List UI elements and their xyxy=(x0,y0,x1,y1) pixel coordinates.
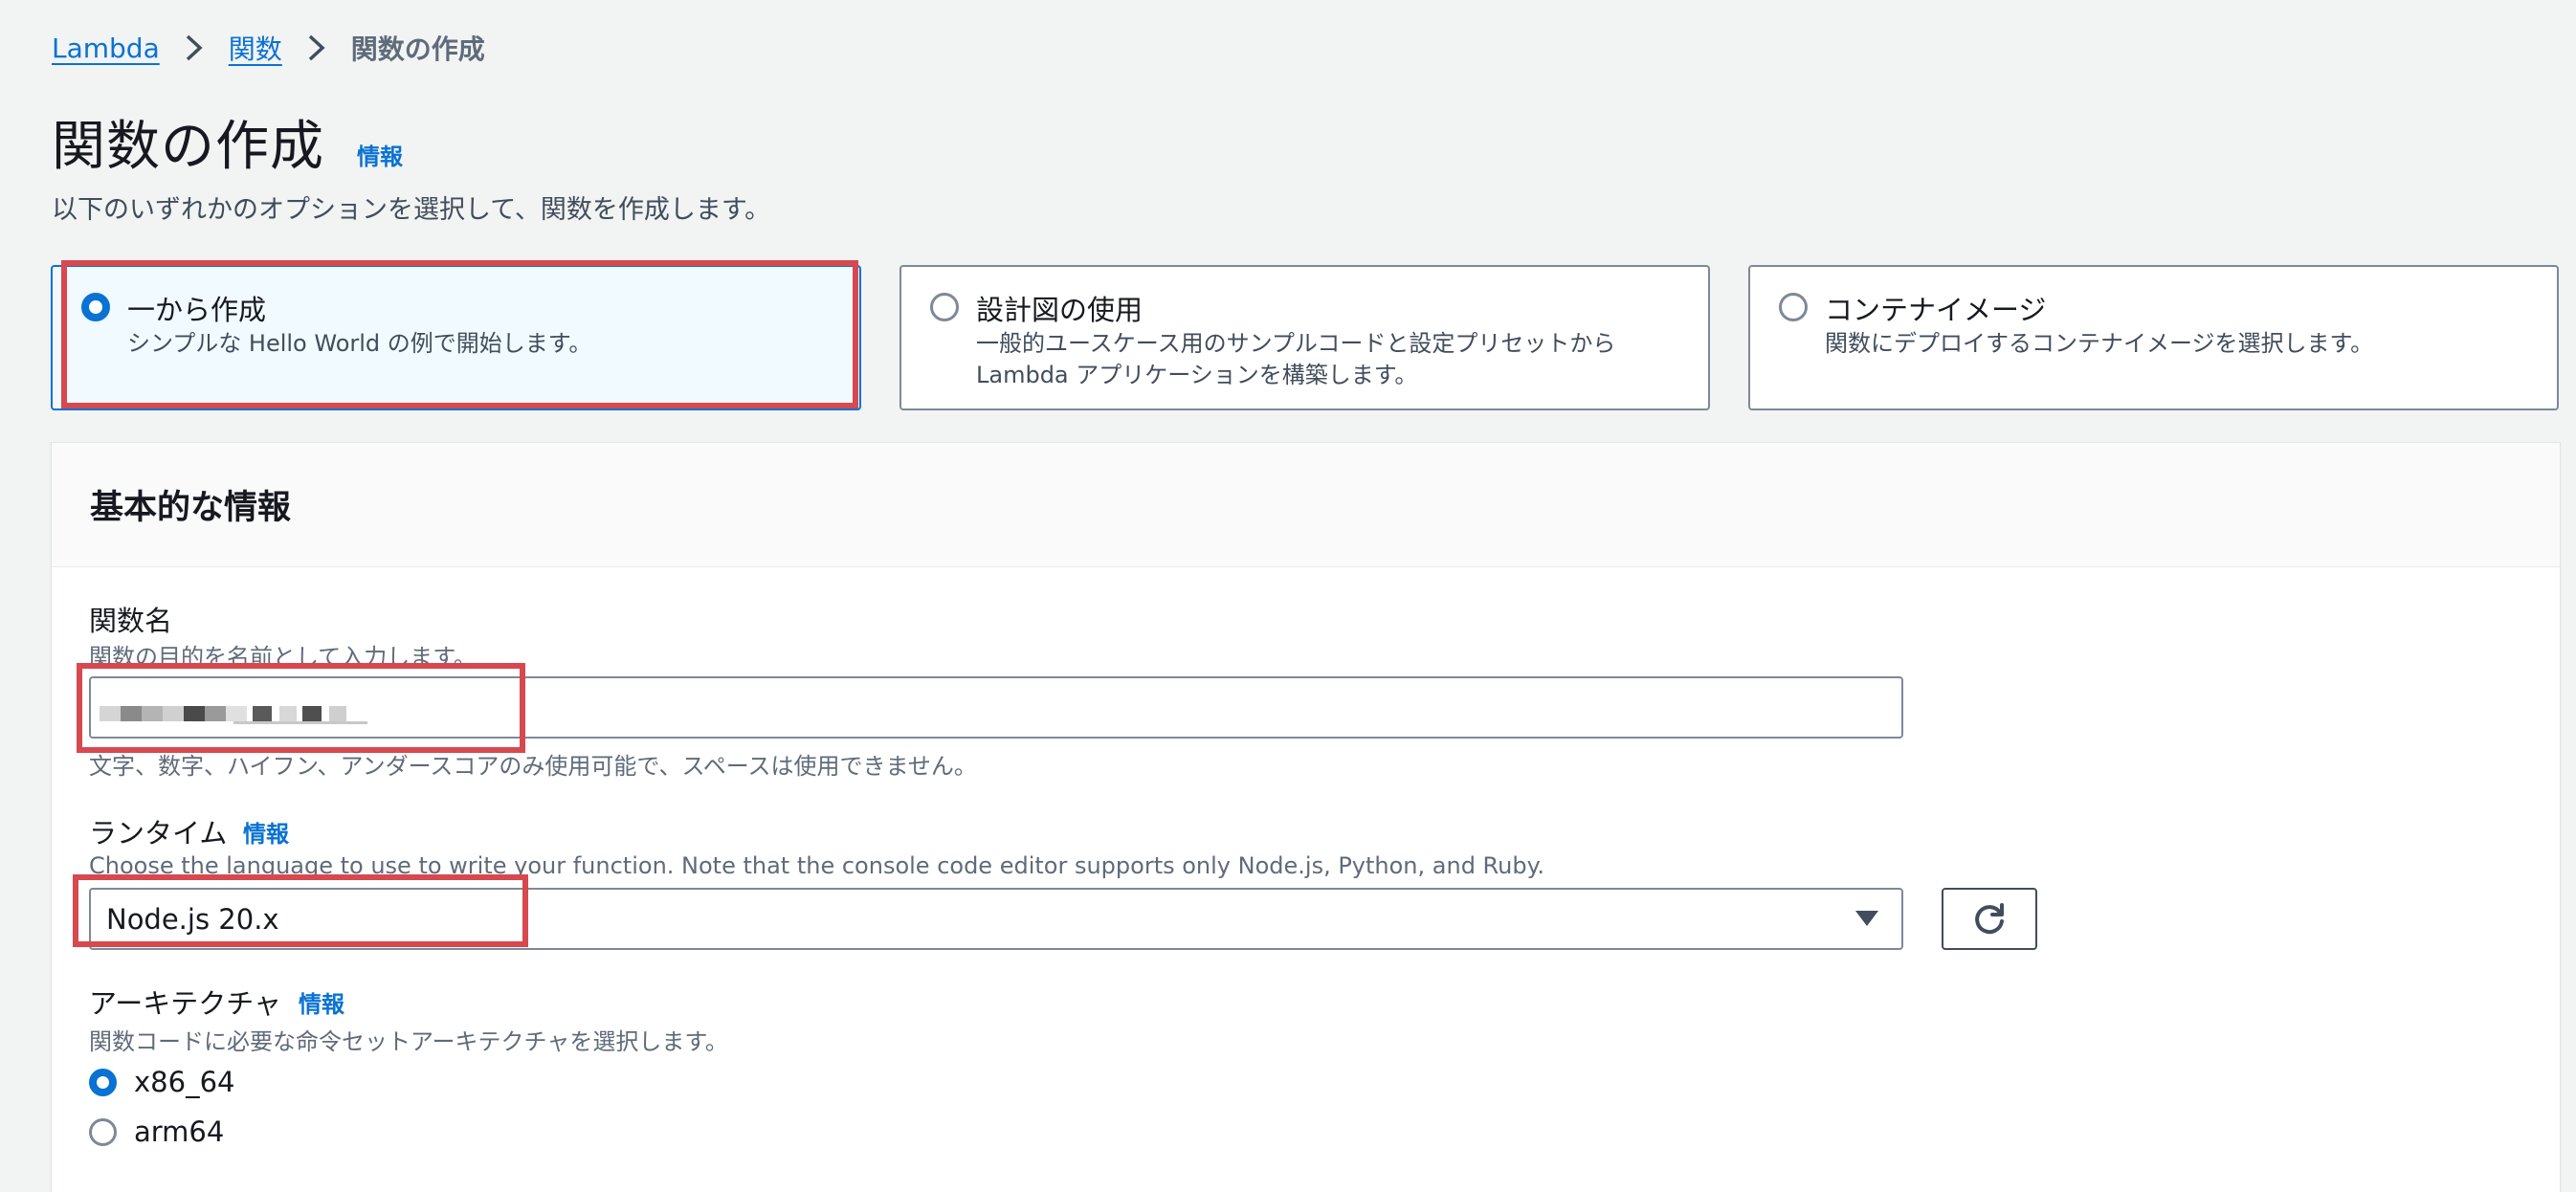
option-description-line: 一般的ユースケース用のサンプルコードと設定プリセットから xyxy=(976,330,1616,357)
architecture-option-label: x86_64 xyxy=(134,1066,235,1098)
option-description: シンプルな Hello World の例で開始します。 xyxy=(127,330,592,357)
breadcrumb-lambda-link[interactable]: Lambda xyxy=(52,33,160,64)
radio-selected-icon xyxy=(89,1068,117,1096)
chevron-right-icon xyxy=(296,27,338,69)
option-title: コンテナイメージ xyxy=(1825,294,2047,326)
chevron-right-icon xyxy=(173,27,215,69)
page-title: 関数の作成 xyxy=(52,116,324,178)
architecture-label: アーキテクチャ xyxy=(89,987,281,1020)
panel-title: 基本的な情報 xyxy=(90,489,292,527)
title-info-link[interactable]: 情報 xyxy=(357,138,403,171)
option-title: 設計図の使用 xyxy=(976,294,1144,326)
option-description: 関数にデプロイするコンテナイメージを選択します。 xyxy=(1825,330,2374,357)
runtime-info-link[interactable]: 情報 xyxy=(243,815,289,849)
panel-header: 基本的な情報 xyxy=(52,443,2560,567)
redacted-function-name xyxy=(100,702,377,731)
option-description-line: Lambda アプリケーションを構築します。 xyxy=(976,362,1418,388)
basic-info-panel: 基本的な情報 xyxy=(51,442,2561,1192)
page-title-row: 関数の作成 情報 xyxy=(52,103,403,181)
option-author-from-scratch[interactable]: 一から作成 シンプルな Hello World の例で開始します。 xyxy=(51,265,861,410)
architecture-info-link[interactable]: 情報 xyxy=(299,985,344,1019)
radio-unselected-icon xyxy=(930,293,959,321)
runtime-selected-value: Node.js 20.x xyxy=(106,903,279,936)
option-container-image[interactable]: コンテナイメージ 関数にデプロイするコンテナイメージを選択します。 xyxy=(1748,265,2559,410)
function-name-label: 関数名 xyxy=(89,605,173,637)
function-name-constraint: 文字、数字、ハイフン、アンダースコアのみ使用可能で、スペースは使用できません。 xyxy=(89,753,977,780)
runtime-description: Choose the language to use to write your… xyxy=(89,852,1545,879)
refresh-runtime-button[interactable] xyxy=(1942,888,2037,950)
page-subtitle: 以下のいずれかのオプションを選択して、関数を作成します。 xyxy=(52,195,771,225)
option-title: 一から作成 xyxy=(127,294,267,326)
function-name-description: 関数の目的を名前として入力します。 xyxy=(89,644,477,671)
architecture-option-arm64[interactable]: arm64 xyxy=(89,1115,224,1148)
architecture-description: 関数コードに必要な命令セットアーキテクチャを選択します。 xyxy=(89,1028,728,1055)
radio-unselected-icon xyxy=(1779,293,1808,321)
runtime-label: ランタイム xyxy=(89,817,228,850)
runtime-select[interactable]: Node.js 20.x xyxy=(89,888,1903,950)
radio-unselected-icon xyxy=(89,1117,117,1146)
breadcrumb-current: 関数の作成 xyxy=(350,33,485,65)
architecture-option-x86_64[interactable]: x86_64 xyxy=(89,1066,234,1098)
option-use-blueprint[interactable]: 設計図の使用 一般的ユースケース用のサンプルコードと設定プリセットから Lamb… xyxy=(899,265,1710,410)
breadcrumb: Lambda 関数 関数の作成 xyxy=(52,27,485,69)
radio-selected-icon xyxy=(81,293,110,321)
architecture-option-label: arm64 xyxy=(134,1115,225,1148)
caret-down-icon xyxy=(1855,911,1878,926)
refresh-icon xyxy=(1975,902,2004,934)
option-description: 一般的ユースケース用のサンプルコードと設定プリセットから Lambda アプリケ… xyxy=(976,328,1615,391)
breadcrumb-functions-link[interactable]: 関数 xyxy=(229,29,282,67)
